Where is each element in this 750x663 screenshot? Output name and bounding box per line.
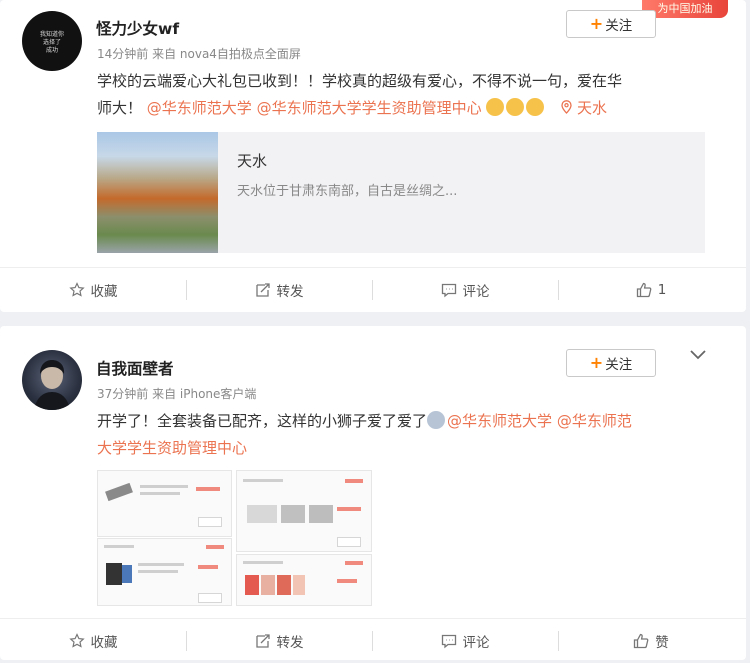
action-bar: 收藏 转发 评论 赞 [0, 618, 746, 663]
avatar[interactable] [22, 350, 82, 410]
plus-icon: + [589, 353, 604, 372]
post-image[interactable] [97, 538, 232, 606]
location-card-title: 天水 [237, 152, 268, 170]
follow-button[interactable]: + 关注 [566, 349, 656, 377]
mention-link[interactable]: 大学学生资助管理中心 [97, 439, 247, 457]
post-text: 学校的云端爱心大礼包已收到！！学校真的超级有爱心，不得不说一句，爱在华 师大！ … [97, 72, 623, 117]
star-icon [68, 282, 85, 297]
post-text: 开学了！全套装备已配齐，这样的小狮子爱了爱了 @华东师范大学 @华东师范 大学学生… [97, 411, 632, 457]
avatar[interactable]: 我知道你 选择了 成功 [22, 11, 82, 71]
location-thumbnail [97, 132, 218, 253]
repost-button[interactable]: 转发 [186, 619, 372, 663]
victory-emoji-icon [486, 98, 505, 116]
victory-emoji-icon [526, 98, 545, 116]
repost-icon [255, 634, 270, 648]
victory-emoji-icon [506, 98, 525, 116]
post-image[interactable] [97, 470, 232, 537]
post-card-1: 我知道你 选择了 成功 怪力少女wf 14分钟前 来自 nova4自拍极点全面屏… [0, 0, 746, 312]
username[interactable]: 怪力少女wf [96, 17, 179, 39]
repost-button[interactable]: 转发 [186, 268, 372, 312]
repost-icon [255, 283, 270, 297]
mention-link[interactable]: @华东师范大学 [147, 99, 252, 117]
comment-button[interactable]: 评论 [372, 619, 558, 663]
location-pin-icon [561, 100, 572, 114]
favorite-button[interactable]: 收藏 [0, 619, 186, 663]
action-bar: 收藏 转发 评论 1 [0, 267, 746, 312]
comment-icon [441, 283, 456, 298]
mention-link[interactable]: @华东师范大学 [447, 412, 552, 430]
avatar-figure [34, 360, 70, 410]
post-image[interactable] [236, 554, 372, 606]
username[interactable]: 自我面壁者 [96, 357, 174, 379]
mention-link[interactable]: @华东师范 [557, 412, 632, 430]
thumbs-up-icon [634, 633, 649, 649]
follow-button[interactable]: + 关注 [566, 10, 656, 38]
location-link[interactable]: 天水 [561, 99, 607, 117]
like-button[interactable]: 1 [558, 268, 744, 312]
star-icon [68, 633, 85, 648]
thumbs-up-icon [636, 282, 652, 298]
like-button[interactable]: 赞 [558, 619, 744, 663]
post-meta: 14分钟前 来自 nova4自拍极点全面屏 [97, 47, 301, 61]
post-meta: 37分钟前 来自 iPhone客户端 [97, 387, 257, 401]
mention-link[interactable]: @华东师范大学学生资助管理中心 [257, 99, 482, 117]
location-card-desc: 天水位于甘肃东南部，自古是丝绸之... [237, 184, 458, 199]
comment-icon [441, 634, 456, 649]
location-card[interactable]: 天水 天水位于甘肃东南部，自古是丝绸之... [97, 132, 705, 253]
favorite-button[interactable]: 收藏 [0, 268, 186, 312]
image-grid [97, 470, 372, 606]
lion-emoji-icon [427, 411, 446, 429]
post-image[interactable] [236, 470, 372, 552]
comment-button[interactable]: 评论 [372, 268, 558, 312]
plus-icon: + [589, 14, 604, 33]
chevron-down-icon[interactable] [689, 349, 707, 361]
